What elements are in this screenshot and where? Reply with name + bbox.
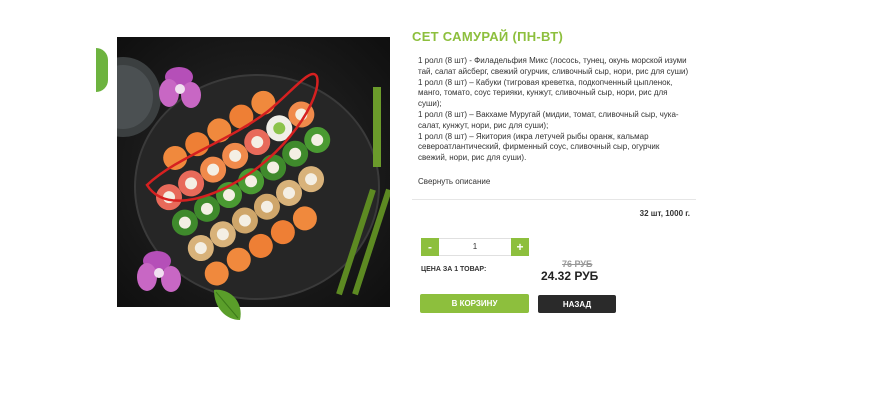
old-price: 76 РУБ xyxy=(562,259,593,269)
product-title: СЕТ САМУРАЙ (ПН-ВТ) xyxy=(412,29,564,44)
product-image xyxy=(117,37,390,307)
back-button[interactable]: НАЗАД xyxy=(538,295,616,313)
increase-quantity-button[interactable]: + xyxy=(511,238,529,256)
divider xyxy=(412,199,696,200)
collapse-description-link[interactable]: Свернуть описание xyxy=(418,177,490,186)
description-line: 1 ролл (8 шт) – Кабуки (тигровая креветк… xyxy=(418,77,673,109)
description-line: 1 ролл (8 шт) - Филадельфия Микс (лосось… xyxy=(418,56,689,76)
decrease-quantity-button[interactable]: - xyxy=(421,238,439,256)
description-line: 1 ролл (8 шт) – Вакхаме Муругай (мидии, … xyxy=(418,109,679,130)
product-description: 1 ролл (8 шт) - Филадельфия Микс (лосось… xyxy=(418,56,690,164)
weight-info: 32 шт, 1000 г. xyxy=(639,209,690,218)
decorative-leaf-left xyxy=(96,48,108,92)
current-price: 24.32 РУБ xyxy=(541,269,599,283)
decorative-leaf-bottom xyxy=(214,289,241,320)
quantity-stepper: - 1 + xyxy=(421,238,529,256)
quantity-input[interactable]: 1 xyxy=(439,238,511,256)
add-to-cart-button[interactable]: В КОРЗИНУ xyxy=(420,294,529,313)
sushi-set-plate-icon xyxy=(117,37,390,307)
description-line: 1 ролл (8 шт) – Якитория (икра летучей р… xyxy=(418,131,660,163)
price-label: ЦЕНА ЗА 1 ТОВАР: xyxy=(421,266,487,273)
